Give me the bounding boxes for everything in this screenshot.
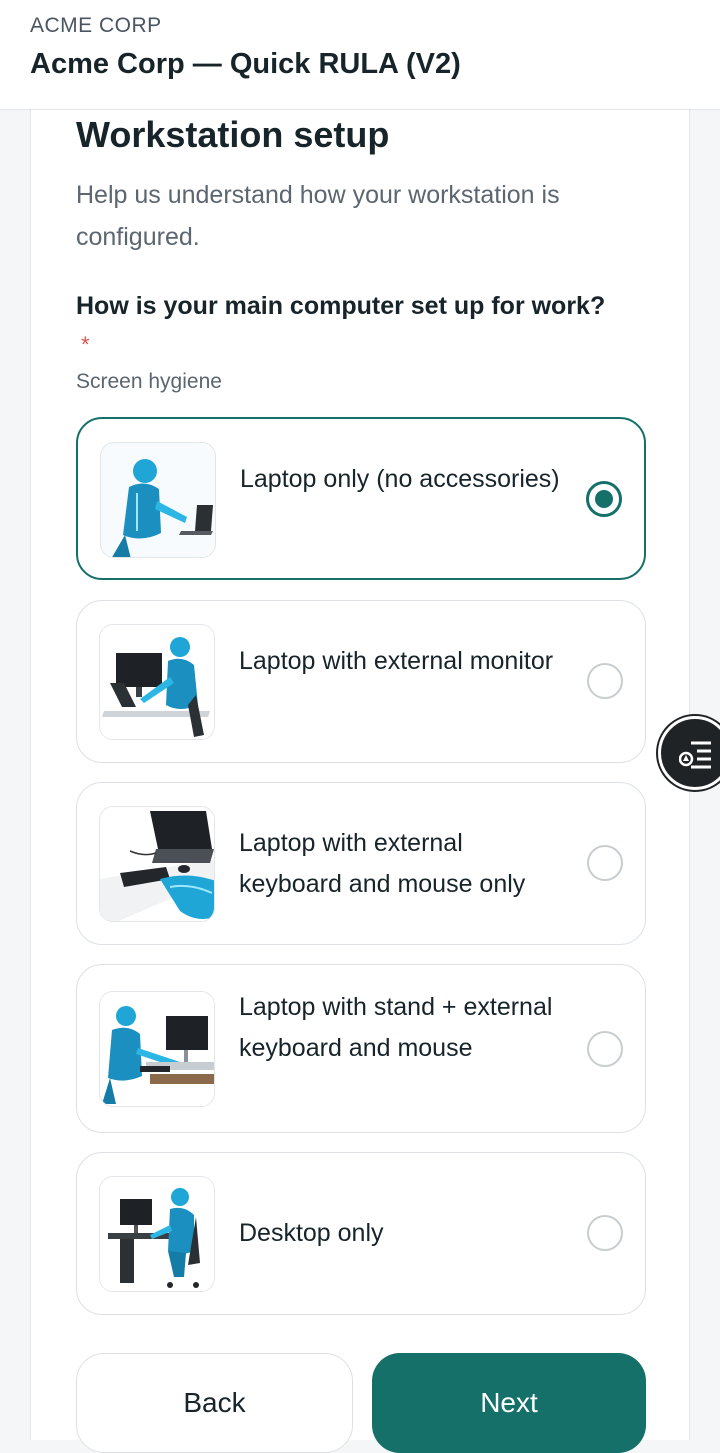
laptop-stand-illustration [99, 991, 215, 1107]
option-label: Laptop with stand + external keyboard an… [239, 993, 553, 1062]
option-laptop-external-monitor[interactable]: Laptop with external monitor [76, 600, 646, 763]
option-laptop-stand[interactable]: Laptop with stand + external keyboard an… [76, 964, 646, 1133]
option-label: Desktop only [239, 1219, 384, 1247]
radio-button[interactable] [587, 1031, 623, 1067]
radio-button[interactable] [586, 481, 622, 517]
option-label: Laptop only (no accessories) [240, 465, 560, 493]
form-card: Workstation setup Help us understand how… [30, 110, 690, 1453]
section-title: Workstation setup [76, 114, 390, 155]
option-desktop-only[interactable]: Desktop only [76, 1152, 646, 1315]
option-laptop-only[interactable]: Laptop only (no accessories) [76, 417, 646, 580]
question-hint: Screen hygiene [76, 370, 222, 393]
laptop-external-monitor-illustration [99, 624, 215, 740]
required-marker: * [81, 332, 90, 357]
radio-button[interactable] [587, 845, 623, 881]
question-text: How is your main computer set up for wor… [76, 292, 606, 320]
list-options-icon [679, 741, 711, 769]
laptop-only-illustration [100, 442, 216, 558]
organization-name: ACME CORP [30, 14, 162, 37]
form-title: Acme Corp — Quick RULA (V2) [30, 48, 461, 80]
app-header: ACME CORP Acme Corp — Quick RULA (V2) [0, 0, 720, 110]
option-laptop-keyboard-mouse[interactable]: Laptop with external keyboard and mouse … [76, 782, 646, 945]
section-description: Help us understand how your workstation … [76, 181, 560, 251]
option-label: Laptop with external keyboard and mouse … [239, 829, 526, 898]
next-button[interactable]: Next [372, 1353, 646, 1453]
radio-button[interactable] [587, 1215, 623, 1251]
radio-button[interactable] [587, 663, 623, 699]
desktop-only-illustration [99, 1176, 215, 1292]
option-label: Laptop with external monitor [239, 647, 554, 675]
back-button[interactable]: Back [76, 1353, 353, 1453]
laptop-keyboard-mouse-illustration [99, 806, 215, 922]
